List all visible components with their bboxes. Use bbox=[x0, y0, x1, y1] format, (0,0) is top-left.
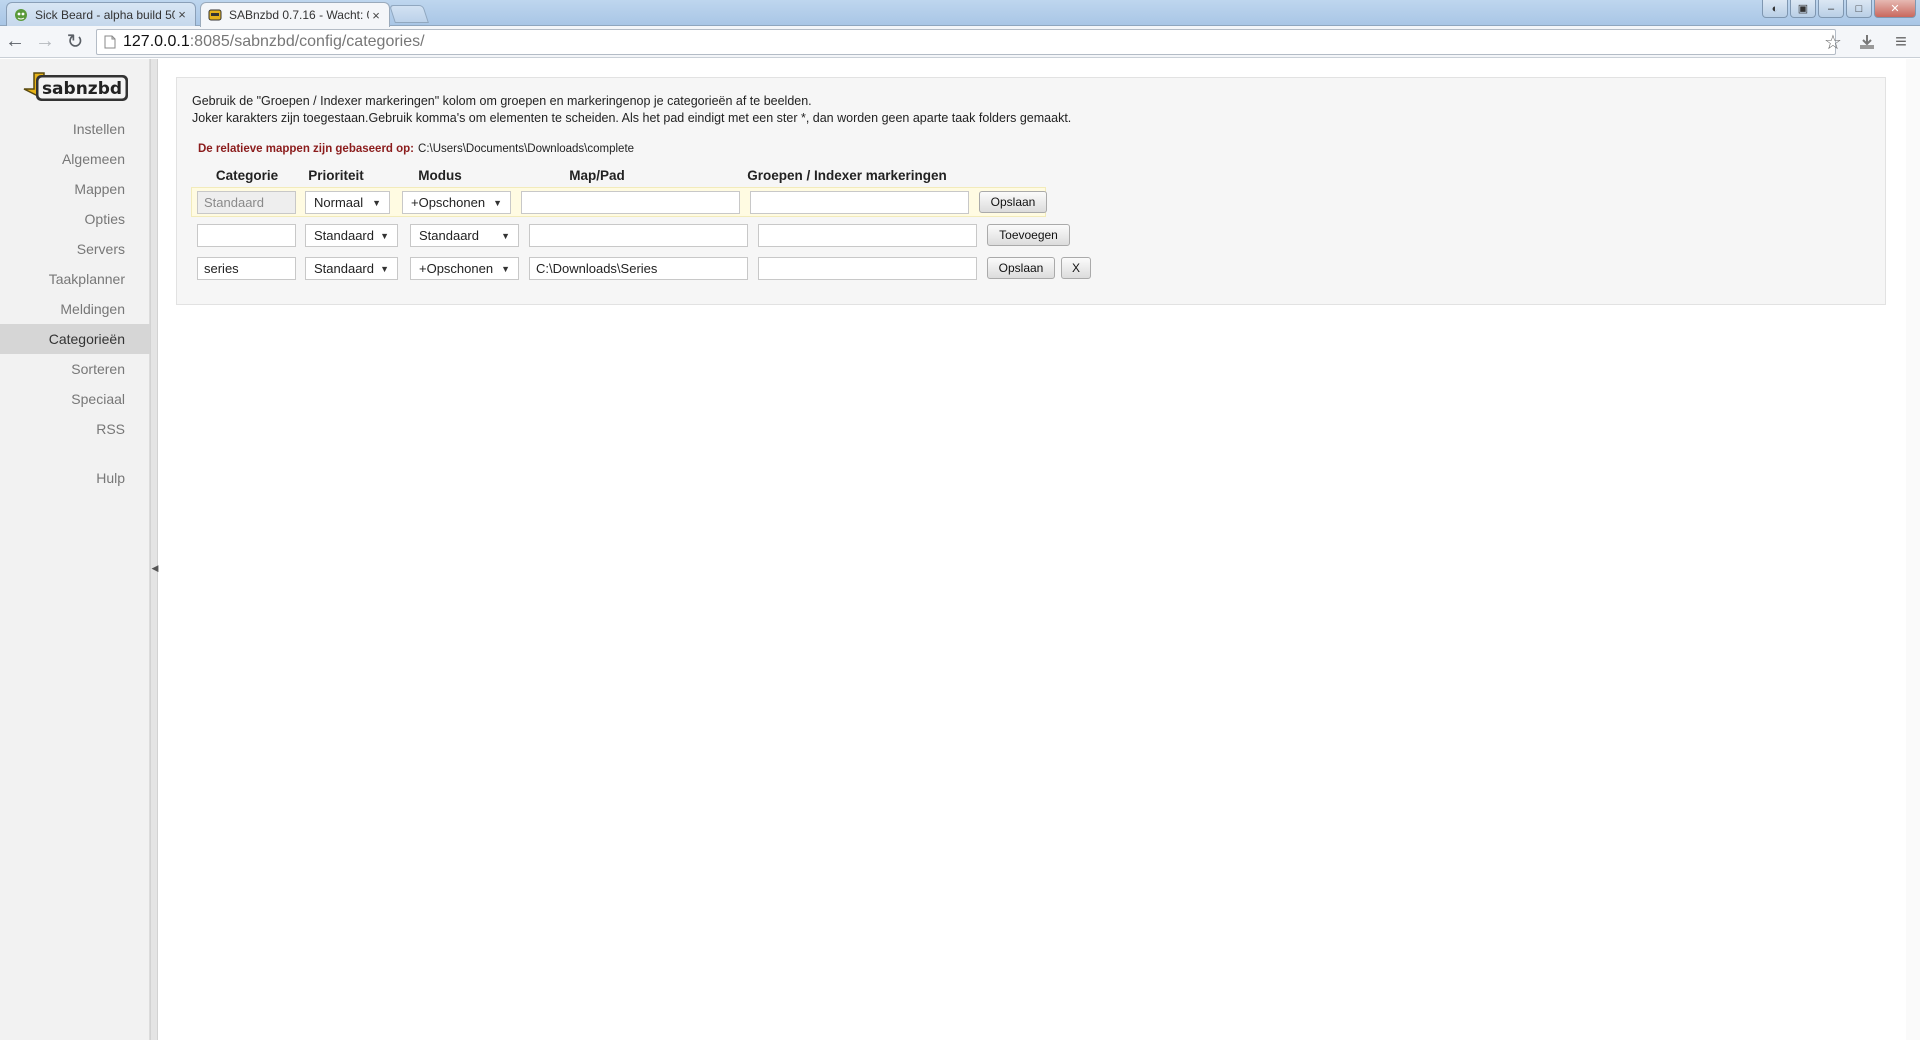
priority-select[interactable]: Normaal ▼ bbox=[305, 191, 390, 214]
priority-select[interactable]: Standaard ▼ bbox=[305, 224, 398, 247]
save-button[interactable]: Opslaan bbox=[987, 257, 1055, 279]
intro-line-2: Joker karakters zijn toegestaan.Gebruik … bbox=[192, 111, 1072, 125]
mode-select[interactable]: Standaard ▼ bbox=[410, 224, 519, 247]
page: sabnzbd Instellen Algemeen Mappen Opties… bbox=[0, 59, 1920, 1040]
priority-select-value: Standaard bbox=[314, 261, 374, 276]
url-path: :8085/sabnzbd/config/categories/ bbox=[189, 33, 425, 50]
sidebar-item-speciaal[interactable]: Speciaal bbox=[0, 384, 150, 414]
column-header-path: Map/Pad bbox=[569, 168, 625, 183]
tab-close-icon[interactable]: × bbox=[175, 7, 189, 22]
groups-input[interactable] bbox=[750, 191, 969, 214]
sidebar-item-servers[interactable]: Servers bbox=[0, 234, 150, 264]
sabnzbd-favicon-icon bbox=[207, 7, 223, 23]
categories-panel: Gebruik de "Groepen / Indexer markeringe… bbox=[176, 77, 1886, 305]
bookmark-star-icon[interactable]: ☆ bbox=[1820, 29, 1846, 55]
intro-text: Gebruik de "Groepen / Indexer markeringe… bbox=[192, 93, 1071, 127]
sidebar-item-meldingen[interactable]: Meldingen bbox=[0, 294, 150, 324]
close-window-icon[interactable]: ✕ bbox=[1874, 0, 1916, 18]
sick-beard-favicon-icon bbox=[13, 7, 29, 23]
back-arrow-icon[interactable]: ← bbox=[0, 28, 30, 56]
base-path-note: De relatieve mappen zijn gebaseerd op: C:… bbox=[198, 143, 634, 155]
path-input[interactable] bbox=[521, 191, 740, 214]
sidebar-item-sorteren[interactable]: Sorteren bbox=[0, 354, 150, 384]
dropdown-caret-icon: ▼ bbox=[501, 230, 510, 241]
forward-arrow-icon[interactable]: → bbox=[30, 28, 60, 56]
sidebar-collapse-handle[interactable]: ◀ bbox=[150, 59, 158, 1040]
sabnzbd-logo[interactable]: sabnzbd bbox=[22, 69, 132, 109]
category-name-input[interactable] bbox=[197, 257, 296, 280]
window-controls: ◐ ▣ – □ ✕ bbox=[1762, 0, 1916, 18]
maximize-icon[interactable]: □ bbox=[1846, 0, 1872, 18]
mode-select[interactable]: +Opschonen ▼ bbox=[410, 257, 519, 280]
sidebar-item-instellen[interactable]: Instellen bbox=[0, 114, 150, 144]
collapse-arrow-icon: ◀ bbox=[151, 563, 159, 573]
sidebar-item-rss[interactable]: RSS bbox=[0, 414, 150, 444]
window-switch-icon[interactable]: ▣ bbox=[1790, 0, 1816, 18]
mode-select-value: +Opschonen bbox=[419, 261, 494, 276]
sidebar-item-algemeen[interactable]: Algemeen bbox=[0, 144, 150, 174]
sidebar-item-categorieen[interactable]: Categorieën bbox=[0, 324, 150, 354]
base-path-value: C:\Users\Documents\Downloads\complete bbox=[418, 143, 635, 155]
dropdown-caret-icon: ▼ bbox=[380, 263, 389, 274]
sidebar-item-mappen[interactable]: Mappen bbox=[0, 174, 150, 204]
sidebar-item-opties[interactable]: Opties bbox=[0, 204, 150, 234]
priority-select-value: Normaal bbox=[314, 195, 364, 210]
url-host: 127.0.0.1 bbox=[123, 33, 190, 50]
minimize-icon[interactable]: – bbox=[1818, 0, 1844, 18]
window-profile-icon[interactable]: ◐ bbox=[1762, 0, 1788, 18]
save-button[interactable]: Opslaan bbox=[979, 191, 1047, 213]
page-scrollbar[interactable] bbox=[1906, 59, 1920, 1040]
dropdown-caret-icon: ▼ bbox=[380, 230, 389, 241]
tab-sabnzbd[interactable]: SABnzbd 0.7.16 - Wacht: 0 × bbox=[200, 2, 390, 27]
tab-close-icon[interactable]: × bbox=[369, 8, 383, 23]
reload-icon[interactable]: ↻ bbox=[60, 28, 90, 56]
tab-title: Sick Beard - alpha build 50 bbox=[35, 7, 175, 22]
new-tab-button[interactable] bbox=[389, 5, 429, 23]
mode-select-value: +Opschonen bbox=[411, 195, 486, 210]
menu-icon[interactable]: ≡ bbox=[1888, 29, 1914, 55]
path-input[interactable] bbox=[529, 224, 748, 247]
column-header-groups: Groepen / Indexer markeringen bbox=[747, 168, 947, 183]
logo-text: sabnzbd bbox=[42, 79, 122, 99]
sidebar-item-hulp[interactable]: Hulp bbox=[0, 463, 150, 493]
sidebar-item-taakplanner[interactable]: Taakplanner bbox=[0, 264, 150, 294]
dropdown-caret-icon: ▼ bbox=[372, 197, 381, 208]
browser-tab-strip: Sick Beard - alpha build 50 × SABnzbd 0.… bbox=[0, 0, 1920, 27]
groups-input[interactable] bbox=[758, 257, 977, 280]
column-header-mode: Modus bbox=[418, 168, 462, 183]
mode-select[interactable]: +Opschonen ▼ bbox=[402, 191, 511, 214]
browser-toolbar: ← → ↻ 127.0.0.1:8085/sabnzbd/config/cate… bbox=[0, 26, 1920, 58]
download-tray-icon[interactable] bbox=[1854, 29, 1880, 55]
base-path-label: De relatieve mappen zijn gebaseerd op: bbox=[198, 143, 415, 155]
sidebar-nav: Instellen Algemeen Mappen Opties Servers… bbox=[0, 114, 150, 493]
dropdown-caret-icon: ▼ bbox=[493, 197, 502, 208]
dropdown-caret-icon: ▼ bbox=[501, 263, 510, 274]
add-button[interactable]: Toevoegen bbox=[987, 224, 1070, 246]
config-sidebar: sabnzbd Instellen Algemeen Mappen Opties… bbox=[0, 59, 150, 1040]
delete-button[interactable]: X bbox=[1061, 257, 1091, 279]
column-header-priority: Prioriteit bbox=[308, 168, 364, 183]
tab-sick-beard[interactable]: Sick Beard - alpha build 50 × bbox=[6, 2, 196, 26]
column-header-category: Categorie bbox=[215, 168, 279, 183]
tab-title: SABnzbd 0.7.16 - Wacht: 0 bbox=[229, 8, 369, 22]
category-name-input[interactable] bbox=[197, 224, 296, 247]
groups-input[interactable] bbox=[758, 224, 977, 247]
intro-line-1: Gebruik de "Groepen / Indexer markeringe… bbox=[192, 94, 812, 108]
page-icon bbox=[97, 35, 123, 49]
path-input[interactable] bbox=[529, 257, 748, 280]
priority-select-value: Standaard bbox=[314, 228, 374, 243]
address-bar[interactable]: 127.0.0.1:8085/sabnzbd/config/categories… bbox=[96, 29, 1836, 55]
mode-select-value: Standaard bbox=[419, 228, 479, 243]
priority-select[interactable]: Standaard ▼ bbox=[305, 257, 398, 280]
category-name-input[interactable] bbox=[197, 191, 296, 214]
